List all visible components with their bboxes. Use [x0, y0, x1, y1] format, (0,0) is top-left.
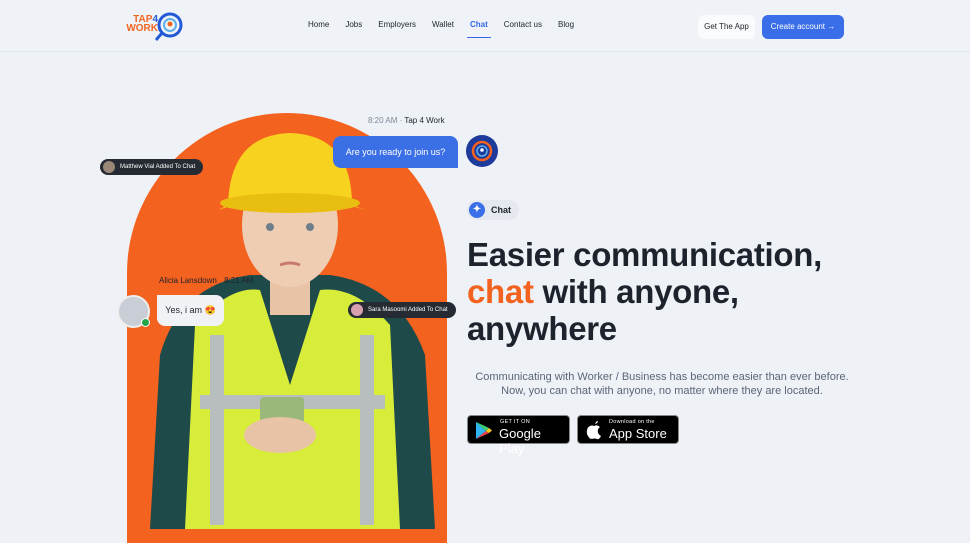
magnifier-icon — [154, 12, 183, 41]
logo-icon — [471, 140, 493, 162]
header: TAP4 WORK Home Jobs Employers Wallet Chat… — [0, 0, 970, 52]
apple-icon — [586, 421, 601, 440]
create-account-button[interactable]: Create account → — [762, 15, 844, 39]
logo[interactable]: TAP4 WORK — [126, 12, 186, 42]
message-meta: Alicia Lansdown • 8:21 AM — [159, 276, 254, 285]
nav-employers[interactable]: Employers — [370, 0, 424, 52]
nav-contact[interactable]: Contact us — [496, 0, 550, 52]
section-tag: ✦ Chat — [467, 200, 519, 220]
nav-wallet[interactable]: Wallet — [424, 0, 462, 52]
avatar — [351, 304, 363, 316]
chat-bubble-received: Yes, i am 😍 — [157, 295, 224, 326]
worker-woman-image — [150, 133, 435, 529]
app-store-button[interactable]: Download on the App Store — [577, 415, 679, 444]
get-app-button[interactable]: Get The App — [698, 15, 755, 39]
nav-jobs[interactable]: Jobs — [337, 0, 370, 52]
message-meta: 8:20 AM · Tap 4 Work — [368, 116, 445, 125]
sparkle-icon: ✦ — [469, 202, 485, 218]
added-notice: Sara Masoomi Added To Chat — [348, 302, 456, 318]
avatar — [103, 161, 115, 173]
nav-blog[interactable]: Blog — [550, 0, 582, 52]
tap4work-avatar — [466, 135, 498, 167]
nav-home[interactable]: Home — [300, 0, 337, 52]
main-nav: Home Jobs Employers Wallet Chat Contact … — [300, 0, 582, 52]
hero-description: Communicating with Worker / Business has… — [475, 371, 849, 397]
arrow-right-icon: → — [827, 22, 836, 31]
nav-chat[interactable]: Chat — [462, 0, 496, 52]
added-notice: Matthew Vial Added To Chat — [100, 159, 204, 175]
online-indicator — [141, 318, 150, 327]
hero-title: Easier communication, chat with anyone, an… — [467, 236, 822, 347]
google-play-button[interactable]: GET IT ON Google Play — [467, 415, 570, 456]
google-play-icon — [476, 422, 492, 439]
chat-bubble-sent: Are you ready to join us? — [333, 136, 458, 168]
